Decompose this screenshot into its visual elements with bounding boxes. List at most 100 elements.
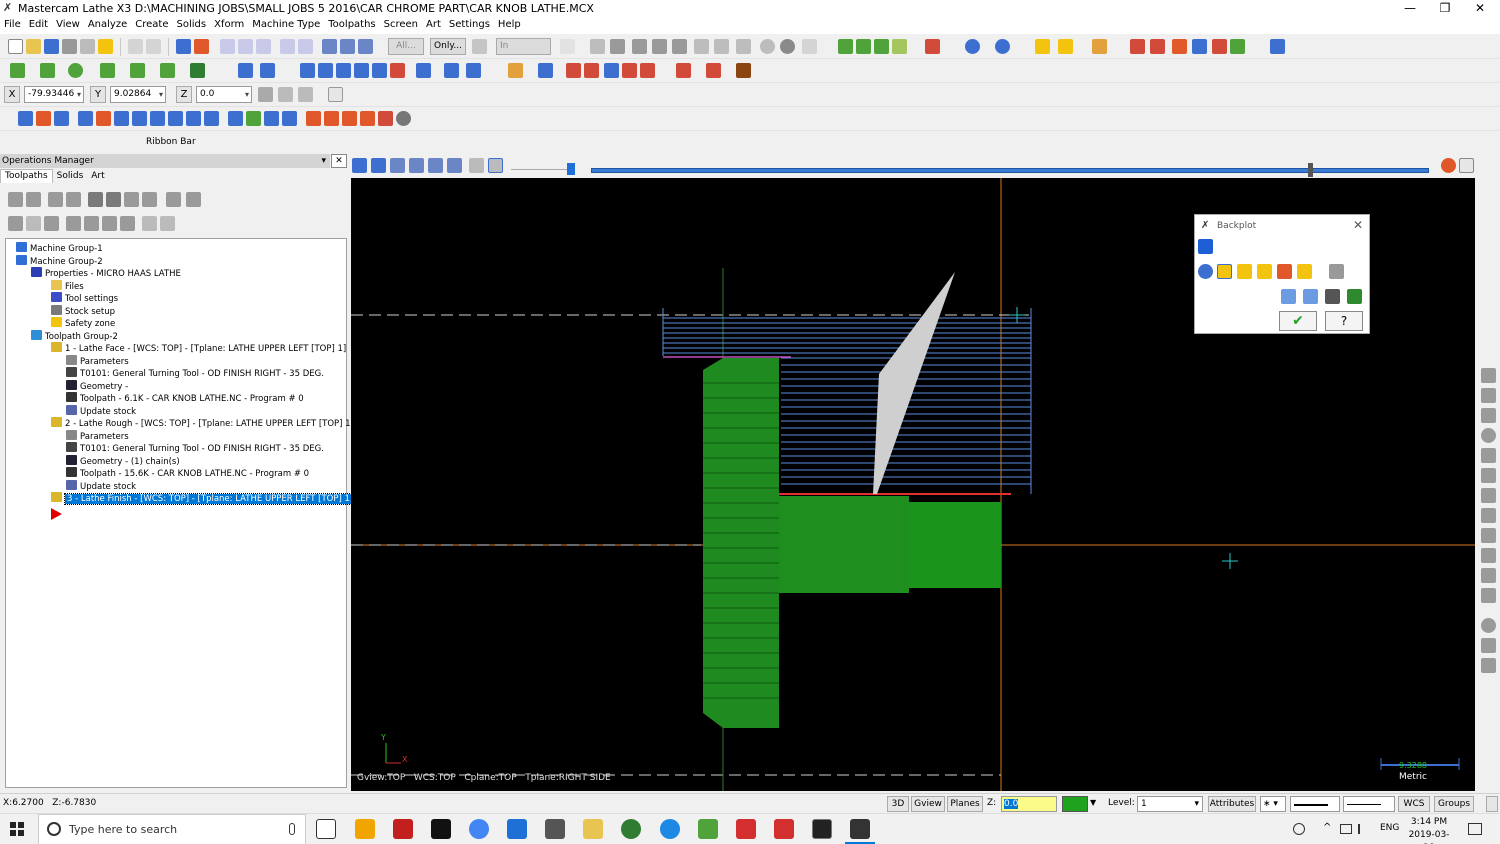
lock-icon[interactable] — [8, 216, 23, 231]
toolpath-mgr-icon[interactable] — [1130, 39, 1145, 54]
lathe-op-icon-14[interactable] — [264, 111, 279, 126]
tab-toolpaths[interactable]: Toolpaths — [0, 169, 53, 183]
lathe-op-icon-19[interactable] — [360, 111, 375, 126]
deselect-icon[interactable] — [358, 39, 373, 54]
backplot-ops-icon[interactable] — [88, 192, 103, 207]
loop-select-icon[interactable] — [714, 39, 729, 54]
fillet-icon[interactable] — [100, 63, 115, 78]
display-tool-icon[interactable] — [1217, 264, 1232, 279]
side-tool-icon-4[interactable] — [1481, 428, 1496, 443]
task-view-icon[interactable] — [316, 819, 336, 839]
side-tool-icon-5[interactable] — [1481, 448, 1496, 463]
scale-icon[interactable] — [336, 63, 351, 78]
microphone-icon[interactable] — [289, 823, 295, 835]
taskbar-search[interactable]: Type here to search — [38, 814, 306, 844]
side-tool-icon-1[interactable] — [1481, 368, 1496, 383]
multi-pencil-icon[interactable] — [1058, 39, 1073, 54]
store-icon[interactable] — [355, 819, 375, 839]
face-toolpath-icon[interactable] — [640, 63, 655, 78]
minimize-button[interactable]: — — [1395, 0, 1425, 18]
tree-node[interactable]: Toolpath - 6.1K - CAR KNOB LATHE.NC - Pr… — [66, 392, 304, 404]
line-width-select[interactable] — [1343, 796, 1395, 812]
people-icon[interactable] — [1293, 823, 1305, 835]
tab-solids[interactable]: Solids — [53, 170, 88, 184]
wire-cube-icon[interactable] — [856, 39, 871, 54]
edge-select-icon[interactable] — [672, 39, 687, 54]
wcs-button[interactable]: WCS — [1398, 796, 1430, 812]
insert-arrow-icon[interactable] — [102, 216, 117, 231]
planes-button[interactable]: Planes — [947, 796, 983, 812]
solidworks-icon[interactable] — [736, 819, 756, 839]
save-icon[interactable] — [44, 39, 59, 54]
analyze-icon[interactable] — [1092, 39, 1107, 54]
expand-icon[interactable] — [142, 216, 157, 231]
file-explorer-icon[interactable] — [583, 819, 603, 839]
menu-help[interactable]: Help — [494, 18, 525, 31]
regen-icon[interactable] — [194, 39, 209, 54]
x-coordinate-field[interactable]: -79.93446 ▾ — [24, 86, 84, 103]
line-icon[interactable] — [40, 63, 55, 78]
app-red-icon[interactable] — [393, 819, 413, 839]
zoom-window-icon[interactable] — [238, 39, 253, 54]
step-mode-icon[interactable] — [1303, 289, 1318, 304]
tab-art[interactable]: Art — [87, 170, 108, 184]
display-entity-icon[interactable] — [1277, 264, 1292, 279]
select-icon[interactable] — [322, 39, 337, 54]
side-tool-icon-7[interactable] — [1481, 488, 1496, 503]
tree-node[interactable]: Safety zone — [51, 317, 115, 329]
side-tool-icon-15[interactable] — [1481, 658, 1496, 673]
pencil-icon[interactable] — [1035, 39, 1050, 54]
lathe-op-icon-5[interactable] — [96, 111, 111, 126]
lathe-op-icon-10[interactable] — [186, 111, 201, 126]
windows-start-icon[interactable] — [10, 822, 24, 836]
menu-file[interactable]: File — [0, 18, 25, 31]
help-icon[interactable] — [328, 87, 343, 102]
side-tool-icon-13[interactable] — [1481, 618, 1496, 633]
spline-icon[interactable] — [130, 63, 145, 78]
close-button[interactable]: ✕ — [1465, 0, 1495, 18]
calculator-icon[interactable] — [545, 819, 565, 839]
chevron-up-icon[interactable]: ^ — [1323, 822, 1331, 833]
select-only-button[interactable]: Only... — [430, 38, 466, 55]
internet-explorer-icon[interactable] — [660, 819, 680, 839]
menu-solids[interactable]: Solids — [172, 18, 210, 31]
fit-icon[interactable] — [220, 39, 235, 54]
menu-machine-type[interactable]: Machine Type — [248, 18, 324, 31]
collapse-down-icon[interactable] — [1198, 239, 1213, 254]
note-icon[interactable] — [538, 63, 553, 78]
display-options-icon[interactable] — [1198, 264, 1213, 279]
expand-button[interactable] — [1486, 796, 1498, 812]
help-icon[interactable] — [186, 192, 201, 207]
toggle-post-icon[interactable] — [44, 216, 59, 231]
tree-node[interactable]: T0101: General Turning Tool - OD FINISH … — [66, 367, 324, 379]
break-icon[interactable] — [260, 63, 275, 78]
verify-select-icon[interactable] — [736, 39, 751, 54]
chamfer-icon[interactable] — [160, 63, 175, 78]
app-green-icon[interactable] — [621, 819, 641, 839]
tree-node[interactable]: Properties - MICRO HAAS LATHE — [31, 267, 181, 279]
menu-edit[interactable]: Edit — [25, 18, 52, 31]
help-button[interactable]: ? — [1325, 311, 1363, 331]
selection-mode-select[interactable]: In — [496, 38, 551, 55]
tree-node[interactable]: 3 - Lathe Finish - [WCS: TOP] - [Tplane:… — [51, 492, 357, 505]
steady-rest-icon[interactable] — [622, 63, 637, 78]
drill-icon[interactable] — [736, 63, 751, 78]
lathe-op-icon-17[interactable] — [324, 111, 339, 126]
undo-icon[interactable] — [128, 39, 143, 54]
insert-arrow-marker[interactable] — [51, 507, 62, 520]
display-rapid-icon[interactable] — [1257, 264, 1272, 279]
3d-button[interactable]: 3D — [887, 796, 909, 812]
lathe-op-icon-11[interactable] — [204, 111, 219, 126]
taskbar-clock[interactable]: 3:14 PM 2019-03-28 — [1403, 816, 1455, 844]
forward-icon[interactable] — [428, 158, 443, 173]
view-cube-icon[interactable] — [925, 39, 940, 54]
mail-icon[interactable] — [431, 819, 451, 839]
side-tool-icon-6[interactable] — [1481, 468, 1496, 483]
stretch-icon[interactable] — [416, 63, 431, 78]
redo-icon[interactable] — [146, 39, 161, 54]
hint-icon[interactable] — [98, 39, 113, 54]
backplot-icon[interactable] — [1172, 39, 1187, 54]
side-tool-icon-14[interactable] — [1481, 638, 1496, 653]
step-back-icon[interactable] — [390, 158, 405, 173]
notifications-icon[interactable] — [1468, 823, 1482, 835]
